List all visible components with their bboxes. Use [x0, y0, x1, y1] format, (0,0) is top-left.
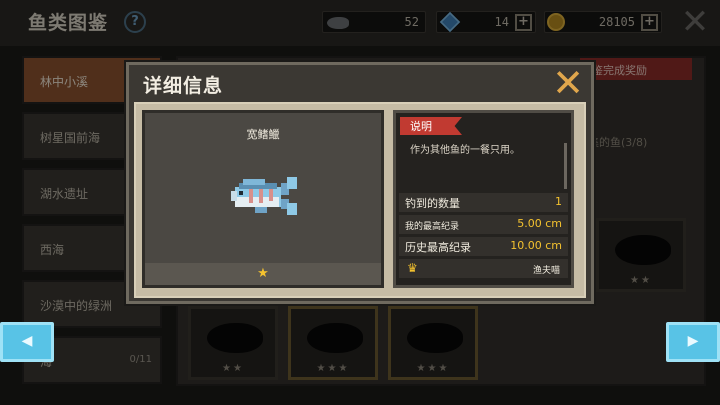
description-header: 说明	[400, 117, 462, 135]
prev-page-button[interactable]: ◀	[0, 322, 54, 362]
my-record-label: 我的最高纪录	[405, 222, 460, 232]
my-record-row: 我的最高纪录 5.00 cm	[399, 215, 568, 234]
caught-count-label: 钓到的数量	[405, 197, 460, 210]
dialog-title: 详细信息	[143, 75, 224, 97]
next-page-button[interactable]: ▶	[666, 322, 720, 362]
fish-info-panel: 说明 作为其他鱼的一餐只用。 钓到的数量 1 我的最高纪录 5.00 cm 历史…	[393, 110, 574, 288]
crown-icon: ♛	[407, 261, 418, 275]
caught-count-row: 钓到的数量 1	[399, 193, 568, 212]
fish-name: 宽鳍鱲	[246, 128, 280, 141]
history-record-value: 10.00 cm	[510, 239, 562, 252]
history-record-row: 历史最高纪录 10.00 cm	[399, 237, 568, 256]
record-holder-name: 渔夫喵	[532, 266, 560, 276]
fish-icon	[231, 177, 297, 215]
fish-portrait-panel: 宽鳍鱲 ★	[142, 110, 384, 288]
my-record-value: 5.00 cm	[517, 217, 562, 230]
description-scrollbar[interactable]	[564, 143, 567, 189]
caught-count-value: 1	[555, 195, 562, 208]
fish-description: 作为其他鱼的一餐只用。	[410, 145, 520, 156]
history-record-label: 历史最高纪录	[405, 241, 471, 254]
record-holder-row: ♛ 渔夫喵	[399, 259, 568, 278]
fish-rarity-stars: ★	[145, 263, 381, 285]
fish-detail-dialog: 详细信息 ✕ 宽鳍鱲 ★ 说明 作为其他鱼的一餐只用。 钓到的数量 1 我的最高…	[126, 62, 594, 304]
close-icon[interactable]: ✕	[551, 64, 585, 102]
